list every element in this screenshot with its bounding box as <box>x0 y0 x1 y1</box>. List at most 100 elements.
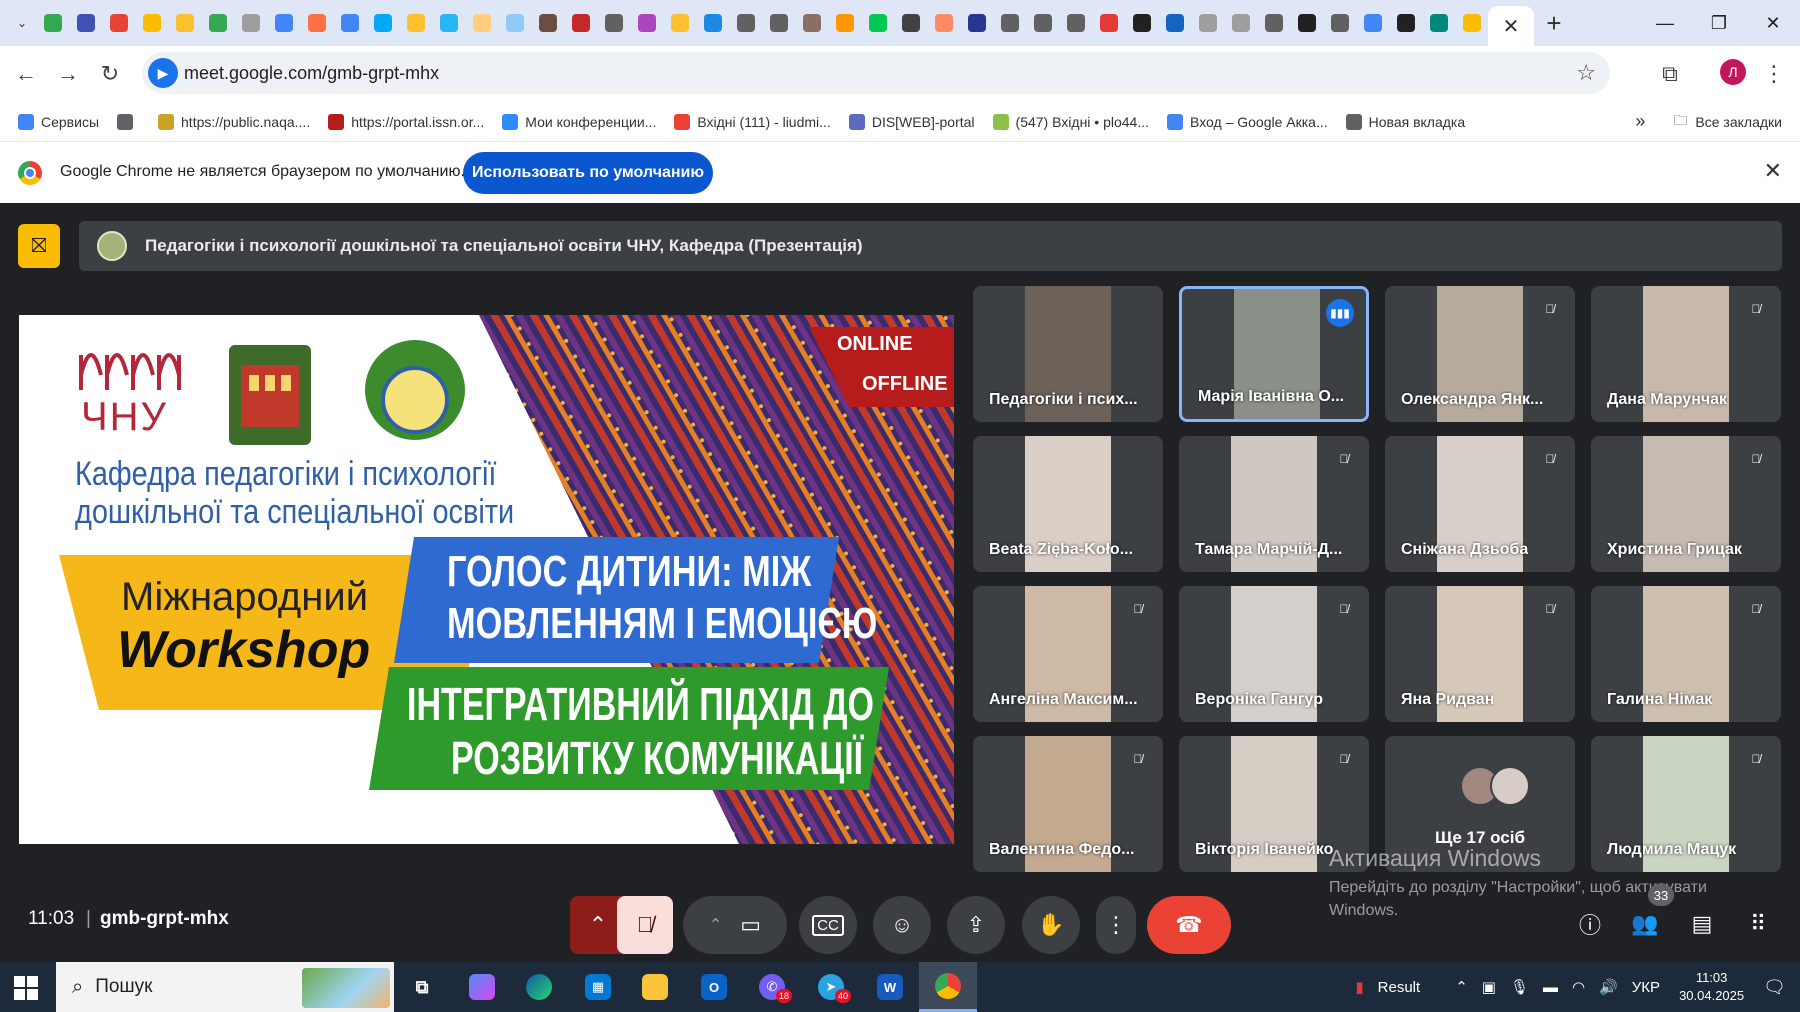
browser-tab[interactable] <box>861 0 894 46</box>
browser-tab[interactable] <box>1026 0 1059 46</box>
participant-tile[interactable]: Beata Zięba-Koło... <box>973 436 1163 572</box>
notifications-icon[interactable]: 🗨 <box>1763 977 1786 998</box>
bookmark-item[interactable]: Вход – Google Акка... <box>1167 113 1328 130</box>
meet-camera-tray-icon[interactable]: ▣ <box>1482 978 1496 996</box>
browser-tab[interactable] <box>1389 0 1422 46</box>
all-bookmarks-button[interactable]: Все закладки <box>1695 114 1782 130</box>
browser-tab[interactable] <box>201 0 234 46</box>
word-app[interactable]: W <box>870 967 910 1007</box>
browser-tab[interactable] <box>597 0 630 46</box>
browser-tab[interactable] <box>168 0 201 46</box>
browser-tab[interactable] <box>894 0 927 46</box>
close-icon[interactable]: ✕ <box>1503 14 1520 39</box>
keyboard-language[interactable]: УКР <box>1632 979 1660 996</box>
browser-tab[interactable] <box>663 0 696 46</box>
participant-tile[interactable]: Дана Марунчак 🎙̸ <box>1591 286 1781 422</box>
browser-tab[interactable] <box>1092 0 1125 46</box>
bookmark-item[interactable]: Мои конференции... <box>502 113 656 130</box>
raise-hand-button[interactable]: ✋ <box>1022 896 1080 954</box>
bookmark-item[interactable]: https://portal.issn.or... <box>328 113 484 130</box>
back-button[interactable]: ← <box>10 58 42 90</box>
leave-call-button[interactable]: ☎ <box>1147 896 1231 954</box>
participant-tile[interactable]: Вероніка Гангур 🎙̸ <box>1179 586 1369 722</box>
browser-tab[interactable] <box>630 0 663 46</box>
bookmark-item[interactable]: Новая вкладка <box>1345 113 1465 130</box>
menu-icon[interactable]: ⋮ <box>1756 56 1792 92</box>
reload-button[interactable]: ↻ <box>94 58 126 90</box>
browser-tab[interactable] <box>135 0 168 46</box>
browser-tab[interactable] <box>927 0 960 46</box>
present-button[interactable]: ⇪ <box>947 896 1005 954</box>
participant-tile[interactable]: Валентина Федо... 🎙̸ <box>973 736 1163 872</box>
browser-tab[interactable] <box>102 0 135 46</box>
store-app[interactable]: ▦ <box>578 967 618 1007</box>
volume-icon[interactable]: 🔊 <box>1599 978 1618 996</box>
participant-tile[interactable]: Людмила Мацук 🎙̸ <box>1591 736 1781 872</box>
participant-tile[interactable]: Ангеліна Максим... 🎙̸ <box>973 586 1163 722</box>
profile-avatar[interactable]: Л <box>1720 59 1746 85</box>
browser-tab[interactable] <box>1224 0 1257 46</box>
telegram-app[interactable]: ➤ 40 <box>811 967 851 1007</box>
windows-start-button[interactable] <box>14 976 38 1000</box>
browser-tab[interactable] <box>300 0 333 46</box>
url-text[interactable]: meet.google.com/gmb-grpt-mhx <box>184 63 439 84</box>
browser-tab[interactable] <box>1455 0 1488 46</box>
captions-button[interactable]: CC <box>799 896 857 954</box>
participant-tile[interactable]: Галина Німак 🎙̸ <box>1591 586 1781 722</box>
browser-tab[interactable] <box>366 0 399 46</box>
browser-tab[interactable] <box>1356 0 1389 46</box>
browser-tab[interactable] <box>399 0 432 46</box>
bookmark-item[interactable] <box>117 113 140 130</box>
stop-presenting-icon[interactable]: ⛝ <box>18 224 60 268</box>
extensions-icon[interactable]: ⧉ <box>1652 56 1688 92</box>
bookmark-item[interactable]: Сервисы <box>18 113 99 130</box>
set-default-button[interactable]: Использовать по умолчанию <box>463 152 713 194</box>
browser-tab[interactable] <box>267 0 300 46</box>
file-explorer-app[interactable] <box>635 967 675 1007</box>
viber-app[interactable]: ✆ 18 <box>752 967 792 1007</box>
participant-tile[interactable]: Марія Іванівна О... ▮▮▮ <box>1179 286 1369 422</box>
participant-tile[interactable]: Олександра Янк... 🎙̸ <box>1385 286 1575 422</box>
browser-tab[interactable] <box>36 0 69 46</box>
meet-site-icon[interactable]: ▶ <box>148 58 178 88</box>
bookmark-item[interactable]: DIS[WEB]-portal <box>848 113 975 130</box>
copilot-app[interactable] <box>462 967 502 1007</box>
browser-tab[interactable] <box>993 0 1026 46</box>
new-tab-button[interactable]: + <box>1534 8 1574 39</box>
participant-tile[interactable]: Яна Ридван 🎙̸ <box>1385 586 1575 722</box>
nba-icon[interactable]: ▮ <box>1355 978 1363 996</box>
taskbar-clock[interactable]: 11:03 30.04.2025 <box>1679 969 1744 1005</box>
more-options-button[interactable]: ⋮ <box>1096 896 1136 954</box>
browser-tab[interactable] <box>1257 0 1290 46</box>
participant-tile[interactable]: Христина Грицак 🎙̸ <box>1591 436 1781 572</box>
close-window-button[interactable]: ✕ <box>1746 0 1800 46</box>
browser-tab[interactable] <box>729 0 762 46</box>
more-bookmarks-button[interactable]: » <box>1635 111 1645 132</box>
participant-tile[interactable]: Тамара Марчій-Д... 🎙̸ <box>1179 436 1369 572</box>
browser-tab[interactable] <box>69 0 102 46</box>
microphone-toggle-button[interactable]: 🎙̸ <box>617 896 673 954</box>
browser-tab[interactable] <box>960 0 993 46</box>
browser-tab[interactable] <box>696 0 729 46</box>
outlook-app[interactable]: O <box>694 967 734 1007</box>
bookmark-item[interactable]: https://public.naqa.... <box>158 113 310 130</box>
browser-tab[interactable] <box>465 0 498 46</box>
active-tab[interactable]: ✕ <box>1488 6 1534 46</box>
meeting-info-button[interactable]: ⓘ <box>1570 904 1610 944</box>
camera-toggle-button[interactable]: ⌃ ▭ <box>683 896 787 954</box>
bookmark-item[interactable]: Вхідні (111) - liudmi... <box>674 113 831 130</box>
browser-tab[interactable] <box>1323 0 1356 46</box>
taskbar-search[interactable]: ⌕ Пошук <box>56 962 394 1012</box>
browser-tab[interactable] <box>828 0 861 46</box>
participant-tile[interactable]: Сніжана Дзьоба 🎙̸ <box>1385 436 1575 572</box>
participant-tile[interactable]: Педагогіки і псих... <box>973 286 1163 422</box>
bookmark-item[interactable]: (547) Вхідні • plo44... <box>992 113 1149 130</box>
people-button[interactable]: 👥 <box>1625 904 1665 944</box>
infobar-close-icon[interactable]: ✕ <box>1764 158 1782 184</box>
battery-icon[interactable]: ▬ <box>1543 979 1558 996</box>
forward-button[interactable]: → <box>52 58 84 90</box>
reactions-button[interactable]: ☺ <box>873 896 931 954</box>
browser-tab[interactable] <box>234 0 267 46</box>
browser-tab[interactable] <box>1290 0 1323 46</box>
show-hidden-icons-chevron-icon[interactable]: ⌃ <box>1455 978 1468 996</box>
